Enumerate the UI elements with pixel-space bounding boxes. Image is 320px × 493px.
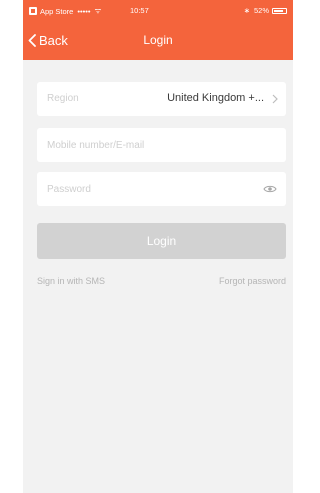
- signal-indicator: •••••: [77, 6, 91, 16]
- app-store-icon: [29, 7, 37, 15]
- region-value: United Kingdom +...: [167, 92, 264, 104]
- region-selector[interactable]: Region United Kingdom +...: [37, 82, 286, 116]
- battery-percent: 52%: [253, 6, 269, 15]
- wifi-icon: ᯤ: [94, 6, 102, 15]
- mobile-email-input[interactable]: [47, 136, 247, 154]
- forgot-password-link[interactable]: Forgot password: [219, 276, 286, 286]
- eye-icon[interactable]: [263, 184, 277, 194]
- battery-icon: [272, 7, 287, 14]
- sign-in-sms-link[interactable]: Sign in with SMS: [37, 276, 105, 286]
- login-button[interactable]: Login: [37, 223, 286, 259]
- navigation-bar: Back Login: [23, 20, 293, 60]
- status-left: App Store ••••• ᯤ: [29, 6, 101, 16]
- app-screen: App Store ••••• ᯤ 10:57 ∗ 52% Back Login…: [23, 0, 293, 493]
- status-right: ∗ 52%: [244, 6, 287, 15]
- status-time: 10:57: [130, 6, 149, 15]
- status-bar: App Store ••••• ᯤ 10:57 ∗ 52%: [23, 0, 293, 20]
- mobile-email-field: [37, 128, 286, 162]
- region-label: Region: [47, 93, 79, 104]
- chevron-right-icon: [272, 94, 278, 104]
- password-field: [37, 172, 286, 206]
- bluetooth-icon: ∗: [243, 6, 250, 15]
- page-title: Login: [143, 33, 173, 47]
- password-input[interactable]: [47, 180, 247, 198]
- status-carrier: App Store: [40, 6, 74, 16]
